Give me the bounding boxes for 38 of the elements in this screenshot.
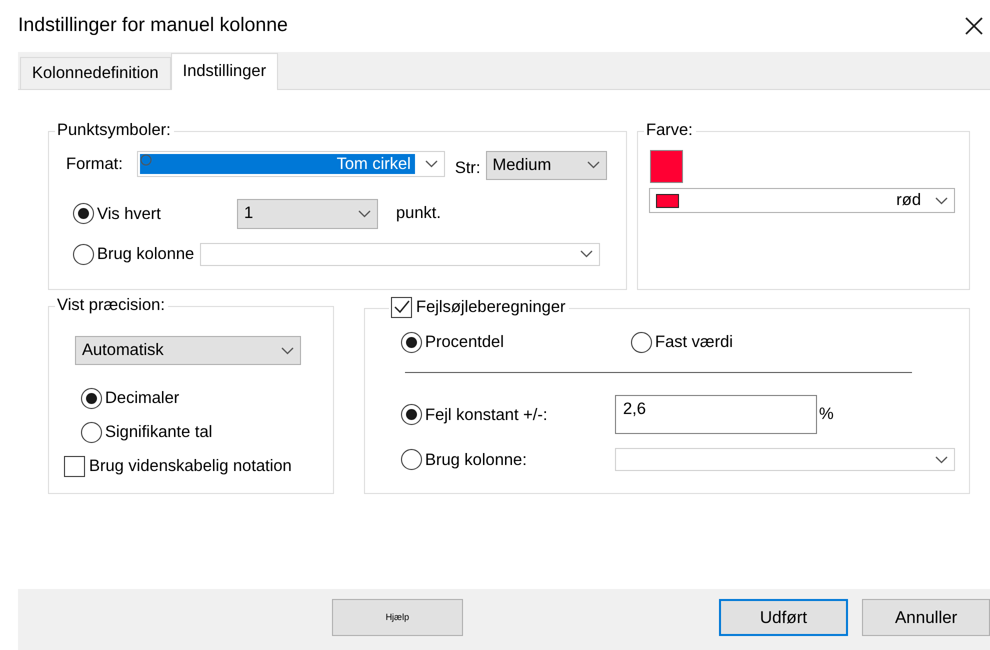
chevron-icon xyxy=(358,210,371,218)
tab[interactable]: Kolonnedefinition xyxy=(20,57,171,89)
circle-icon xyxy=(140,154,152,166)
radio-button[interactable]: Procentdel xyxy=(401,331,631,353)
unit-label: punkt. xyxy=(396,203,441,224)
radio-button[interactable]: Fejl konstant +/-: xyxy=(401,404,615,426)
unit-label: % xyxy=(819,404,834,426)
chevron-icon xyxy=(935,456,948,464)
chevron-icon xyxy=(935,196,948,204)
radio-button[interactable]: Decimaler xyxy=(81,387,180,409)
help-button[interactable]: Hjælp xyxy=(332,599,463,636)
column-dropdown[interactable] xyxy=(615,448,955,471)
size-dropdown[interactable]: Medium xyxy=(486,150,607,180)
precision-dropdown[interactable]: Automatisk xyxy=(75,336,301,365)
value-field[interactable]: 2,6 xyxy=(615,395,817,434)
radio-button[interactable]: Brug kolonne xyxy=(73,243,194,266)
radio-button[interactable]: Signifikante tal xyxy=(81,421,212,443)
interval-dropdown[interactable]: 1 xyxy=(237,198,378,229)
radio-button[interactable]: Vis hvert xyxy=(73,202,237,225)
chevron-icon xyxy=(580,250,594,258)
checkbox[interactable]: Fejlsøjleberegninger xyxy=(389,296,568,318)
radio-button[interactable]: Fast værdi xyxy=(631,331,733,353)
chevron-icon xyxy=(424,160,438,168)
field-label: Str: xyxy=(454,158,481,179)
radio-button[interactable]: Brug kolonne: xyxy=(401,448,615,470)
chevron-icon xyxy=(281,346,294,354)
tab[interactable]: Indstillinger xyxy=(170,53,278,90)
chevron-icon xyxy=(586,161,600,170)
window-title: Indstillinger for manuel kolonne xyxy=(18,13,288,38)
selected-option: Tom cirkel xyxy=(140,154,415,174)
checkbox[interactable]: Brug videnskabelig notation xyxy=(64,455,292,477)
dialog-button[interactable]: Udført xyxy=(718,599,848,636)
field-label: Format: xyxy=(66,154,123,175)
color-dropdown[interactable]: rød xyxy=(649,188,955,213)
column-dropdown[interactable] xyxy=(200,242,600,266)
dialog-button[interactable]: Annuller xyxy=(862,599,990,636)
format-dropdown[interactable]: Tom cirkel xyxy=(136,151,445,178)
close-icon[interactable] xyxy=(965,17,983,35)
